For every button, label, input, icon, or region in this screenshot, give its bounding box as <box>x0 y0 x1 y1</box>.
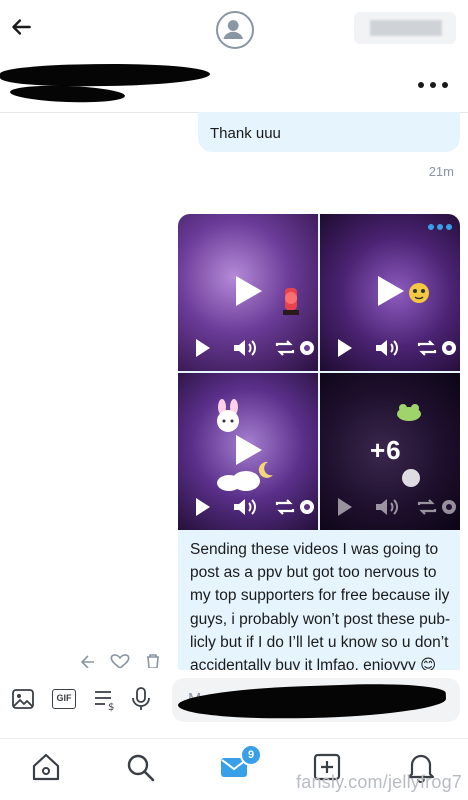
bunny-sticker-icon <box>217 399 239 432</box>
play-small-icon[interactable] <box>336 496 354 518</box>
watermark: fansly.com/jellyfrog7 <box>296 772 462 792</box>
reply-icon[interactable] <box>80 654 100 668</box>
svg-text:$: $ <box>108 702 114 712</box>
play-small-icon[interactable] <box>336 337 354 359</box>
back-arrow-icon[interactable] <box>8 14 34 40</box>
more-media-count: +6 <box>370 435 402 465</box>
heart-icon[interactable] <box>108 654 132 668</box>
previous-message-bubble[interactable]: Thank uuu <box>198 112 460 152</box>
trash-icon[interactable] <box>144 654 162 668</box>
volume-icon[interactable] <box>232 337 258 359</box>
message-timestamp: 21m <box>428 164 454 179</box>
user-avatar-icon <box>223 20 244 39</box>
video-controls <box>178 496 318 522</box>
dot <box>418 82 424 88</box>
play-icon[interactable] <box>234 433 264 467</box>
volume-icon[interactable] <box>374 337 400 359</box>
play-small-icon[interactable] <box>194 496 212 518</box>
contact-avatar[interactable] <box>216 11 254 49</box>
gif-button[interactable]: GIF <box>52 689 76 709</box>
microphone-icon[interactable] <box>128 686 154 712</box>
frog-sticker-icon <box>397 404 421 421</box>
redacted-contact-name <box>0 62 211 88</box>
search-icon[interactable] <box>124 751 156 783</box>
home-icon[interactable] <box>30 751 62 783</box>
video-controls <box>320 337 460 363</box>
chat-header <box>0 0 468 60</box>
volume-icon[interactable] <box>374 496 400 518</box>
play-small-icon[interactable] <box>194 337 212 359</box>
message-caption: Sending these videos I was going to post… <box>190 541 451 670</box>
media-message-bubble[interactable]: +6 Sending these videos I was going to p… <box>178 214 460 670</box>
flower-sticker-icon <box>402 469 420 487</box>
loop-icon[interactable] <box>416 496 438 518</box>
video-controls <box>178 337 318 363</box>
previous-message-text: Thank uuu <box>210 125 281 142</box>
dot <box>430 82 436 88</box>
video-tile[interactable] <box>320 214 460 371</box>
messages-unread-badge: 9 <box>240 744 262 766</box>
video-tile-more[interactable]: +6 <box>320 373 460 530</box>
media-grid: +6 <box>178 214 460 530</box>
settings-gear-icon[interactable] <box>296 337 318 359</box>
video-tile[interactable] <box>178 214 318 371</box>
loop-icon[interactable] <box>274 337 296 359</box>
lamp-sticker-icon <box>283 288 299 315</box>
emoji-sticker-icon <box>409 283 429 303</box>
dot <box>442 82 448 88</box>
video-controls <box>320 496 460 522</box>
cloud-sticker-icon <box>217 471 260 491</box>
redacted-contact-handle <box>9 83 126 105</box>
message-actions <box>80 654 170 670</box>
video-tile[interactable] <box>178 373 318 530</box>
tile-options-icon[interactable] <box>428 224 452 230</box>
loop-icon[interactable] <box>274 496 296 518</box>
settings-gear-icon[interactable] <box>296 496 318 518</box>
volume-icon[interactable] <box>232 496 258 518</box>
image-icon[interactable] <box>10 686 36 712</box>
blurred-header-text <box>370 20 442 36</box>
settings-gear-icon[interactable] <box>438 337 460 359</box>
more-options-button[interactable] <box>418 76 448 94</box>
price-list-icon[interactable]: $ <box>92 686 118 712</box>
loop-icon[interactable] <box>416 337 438 359</box>
settings-gear-icon[interactable] <box>438 496 460 518</box>
play-icon[interactable] <box>376 274 406 308</box>
play-icon[interactable] <box>234 274 264 308</box>
